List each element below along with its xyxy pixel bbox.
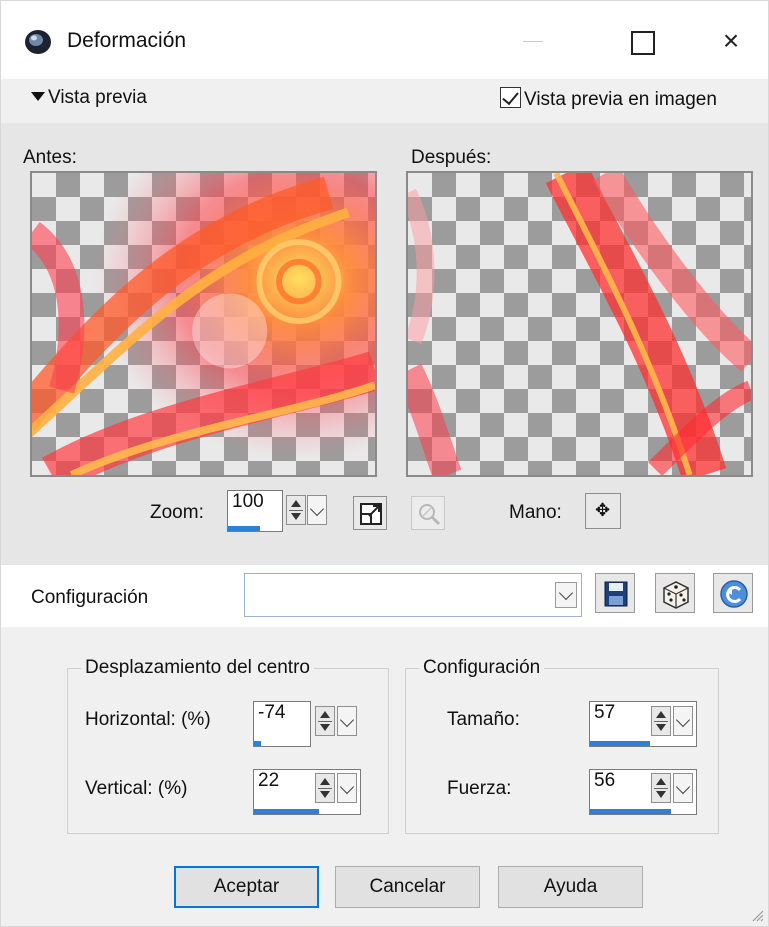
save-preset-button[interactable]	[595, 573, 635, 613]
zoom-input[interactable]: 100	[227, 490, 283, 532]
vertical-value: 22	[258, 770, 280, 791]
checkbox-checked-icon	[500, 87, 521, 108]
horizontal-progress-bar	[254, 741, 262, 746]
save-icon	[604, 581, 628, 607]
hand-label: Mano:	[509, 502, 562, 523]
app-icon	[25, 30, 51, 54]
title-bar[interactable]: Deformación ×	[1, 1, 768, 79]
close-icon: ×	[722, 25, 740, 56]
size-dropdown[interactable]	[673, 706, 693, 736]
after-preview-image[interactable]	[406, 171, 753, 477]
before-label: Antes:	[23, 147, 77, 168]
deformation-dialog: Deformación × Vista previa Vista previa …	[0, 0, 769, 927]
reset-button[interactable]	[713, 573, 753, 613]
before-preview-image[interactable]	[30, 171, 377, 477]
randomize-button[interactable]	[655, 573, 695, 613]
horizontal-input[interactable]: -74	[253, 701, 311, 747]
vertical-progress-bar	[254, 809, 319, 814]
strength-value: 56	[594, 770, 616, 791]
after-label: Después:	[411, 147, 492, 168]
zoom-dropdown[interactable]	[307, 495, 327, 525]
triangle-down-icon	[31, 92, 45, 101]
cancel-button[interactable]: Cancelar	[335, 866, 480, 908]
vertical-stepper[interactable]	[315, 773, 335, 803]
preview-toggle[interactable]: Vista previa	[31, 87, 147, 109]
dice-icon	[663, 581, 689, 609]
zoom-stepper[interactable]	[286, 495, 306, 525]
reset-icon	[720, 580, 748, 608]
center-offset-title: Desplazamiento del centro	[81, 657, 314, 679]
horizontal-dropdown[interactable]	[337, 706, 357, 736]
magnifier-icon	[419, 504, 441, 526]
strength-progress-bar	[590, 809, 671, 814]
preview-toggle-label: Vista previa	[48, 87, 147, 108]
maximize-button[interactable]	[611, 19, 671, 63]
fit-window-button[interactable]	[353, 496, 387, 530]
size-label: Tamaño:	[447, 709, 520, 730]
window-title: Deformación	[67, 29, 187, 52]
strength-label: Fuerza:	[447, 778, 512, 799]
hand-tool-button[interactable]: ✥	[585, 493, 621, 529]
preset-label: Configuración	[31, 587, 149, 608]
vertical-label: Vertical: (%)	[85, 778, 188, 799]
close-button[interactable]: ×	[701, 19, 761, 63]
settings-title: Configuración	[419, 657, 545, 679]
resize-grip-icon[interactable]	[748, 906, 764, 922]
move-arrows-icon: ✥	[595, 500, 611, 520]
zoom-tool-button[interactable]	[411, 496, 445, 530]
size-value: 57	[594, 702, 616, 723]
zoom-progress-bar	[228, 526, 261, 531]
zoom-value: 100	[232, 491, 264, 512]
minimize-button[interactable]	[503, 19, 563, 63]
horizontal-stepper[interactable]	[315, 706, 335, 736]
strength-dropdown[interactable]	[673, 773, 693, 803]
size-stepper[interactable]	[651, 706, 671, 736]
preview-in-image-label: Vista previa en imagen	[524, 89, 717, 110]
zoom-label: Zoom:	[150, 502, 204, 523]
preview-in-image-checkbox[interactable]: Vista previa en imagen	[500, 87, 717, 111]
strength-stepper[interactable]	[651, 773, 671, 803]
vertical-dropdown[interactable]	[337, 773, 357, 803]
ok-button[interactable]: Aceptar	[174, 866, 319, 908]
help-button[interactable]: Ayuda	[498, 866, 643, 908]
chevron-down-icon[interactable]	[555, 582, 577, 608]
size-progress-bar	[590, 741, 651, 746]
horizontal-value: -74	[258, 702, 286, 723]
preset-combobox[interactable]	[244, 573, 582, 617]
fit-window-icon	[360, 503, 382, 525]
horizontal-label: Horizontal: (%)	[85, 709, 211, 730]
